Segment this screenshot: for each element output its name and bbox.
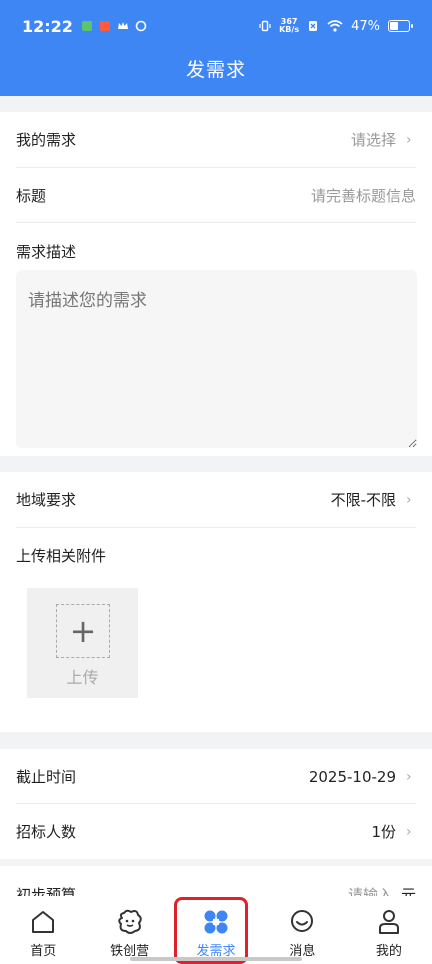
bidders-value-text: 1份 (371, 823, 396, 841)
title-label: 标题 (16, 187, 47, 205)
message-icon (291, 910, 314, 932)
tab-mine-label: 我的 (375, 944, 402, 959)
desc-textarea[interactable] (16, 270, 417, 448)
region-row[interactable]: 地域要求 不限-不限 › (16, 472, 416, 527)
deadline-bidders-card: 截止时间 2025-10-29 › 招标人数 1份 › (0, 749, 432, 859)
chevron-right-icon: › (406, 491, 412, 508)
tab-mine[interactable]: 我的 (346, 896, 432, 964)
header: 12:22 367 KB/s 47% 发需求 (0, 0, 432, 96)
region-value-text: 不限-不限 (330, 491, 396, 509)
chevron-right-icon: › (406, 823, 412, 840)
chevron-right-icon: › (406, 131, 412, 148)
status-notification-icons (81, 20, 147, 32)
my-demand-row[interactable]: 我的需求 请选择 › (16, 112, 416, 167)
tab-home-label: 首页 (30, 944, 57, 959)
deadline-value: 2025-10-29 › (309, 768, 416, 786)
bidders-value: 1份 › (371, 821, 416, 842)
deadline-value-text: 2025-10-29 (308, 767, 396, 786)
battery-percent: 47% (351, 18, 380, 34)
wifi-icon (327, 20, 343, 32)
my-demand-value: 请选择 › (351, 129, 416, 150)
divider (16, 222, 416, 223)
page-title: 发需求 (185, 59, 246, 81)
bidders-label: 招标人数 (16, 823, 77, 841)
status-right: 367 KB/s 47% (259, 18, 413, 34)
upload-button[interactable]: + 上传 (27, 588, 138, 698)
region-attachment-card: 地域要求 不限-不限 › 上传相关附件 + 上传 (0, 472, 432, 732)
status-time: 12:22 (22, 16, 73, 36)
my-demand-label: 我的需求 (16, 131, 77, 149)
app-badge-icon (99, 21, 110, 31)
attachment-label-row: 上传相关附件 (16, 528, 416, 583)
net-speed-unit: KB/s (279, 25, 300, 34)
net-speed: 367 KB/s (279, 18, 299, 34)
chevron-right-icon: › (406, 768, 412, 785)
tab-tiechuangying[interactable]: 铁创营 (86, 896, 172, 964)
home-indicator (130, 957, 302, 961)
tab-home[interactable]: 首页 (0, 896, 86, 964)
crown-icon (117, 22, 128, 29)
upload-label: 上传 (66, 668, 99, 687)
status-bar: 12:22 367 KB/s 47% (0, 0, 432, 52)
user-icon (378, 910, 399, 934)
region-label: 地域要求 (16, 491, 77, 509)
attachment-label: 上传相关附件 (16, 547, 107, 565)
sync-icon (135, 20, 147, 32)
demand-info-card: 我的需求 请选择 › 标题 请完善标题信息 需求描述 (0, 112, 432, 456)
battery-icon (388, 20, 413, 32)
tab-messages[interactable]: 消息 (259, 896, 345, 964)
app-notification-icon (81, 21, 92, 31)
tiechuangying-icon (117, 909, 142, 934)
my-demand-value-text: 请选择 (350, 131, 396, 149)
highlight-box (174, 897, 248, 964)
plus-icon: + (56, 604, 110, 658)
region-value: 不限-不限 › (331, 489, 416, 510)
bidders-row[interactable]: 招标人数 1份 › (16, 804, 416, 859)
title-input[interactable]: 请完善标题信息 (311, 185, 416, 206)
title-row[interactable]: 标题 请完善标题信息 (16, 168, 416, 223)
home-icon (32, 911, 55, 933)
no-sim-icon (309, 21, 318, 31)
deadline-row[interactable]: 截止时间 2025-10-29 › (16, 749, 416, 804)
desc-label: 需求描述 (16, 243, 77, 261)
battery-fill (390, 22, 398, 30)
deadline-label: 截止时间 (16, 768, 77, 786)
vibrate-icon (259, 20, 271, 32)
